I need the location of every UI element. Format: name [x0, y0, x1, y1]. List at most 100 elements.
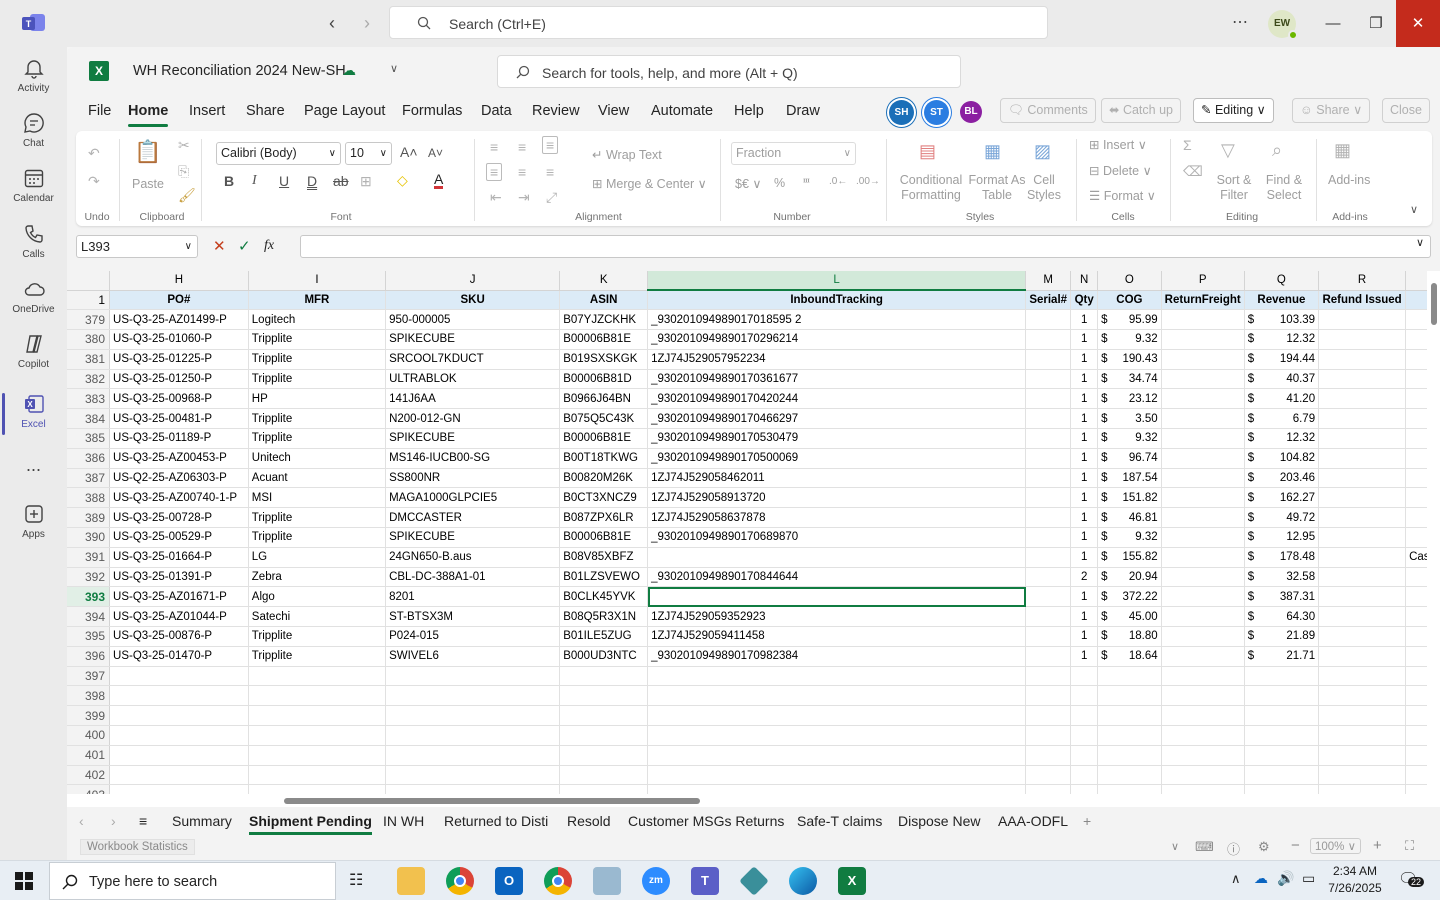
cell-refund-issued[interactable] [1318, 547, 1407, 568]
rail-calls[interactable]: Calls [0, 223, 67, 260]
empty-cell[interactable] [647, 725, 1027, 746]
cell-inbound-tracking[interactable]: _9302010949890170500069 [647, 448, 1027, 469]
menu-formulas[interactable]: Formulas [402, 103, 462, 119]
notifications-icon[interactable]: 🗨22 [1398, 869, 1425, 889]
network-icon[interactable]: ▭ [1302, 870, 1315, 887]
empty-cell[interactable] [385, 705, 561, 727]
row-header[interactable]: 402 [67, 765, 111, 786]
empty-cell[interactable] [1318, 725, 1407, 746]
cell-refund-issued[interactable] [1318, 646, 1407, 667]
cell-cog[interactable]: $155.82 [1097, 547, 1162, 568]
cell-inbound-tracking[interactable]: 1ZJ74J529058462011 [647, 468, 1027, 489]
cell-refund-issued[interactable] [1318, 586, 1407, 608]
cell-qty[interactable]: 1 [1070, 547, 1099, 568]
align-top-icon[interactable]: ≡ [490, 139, 498, 155]
cell-revenue[interactable]: $12.32 [1244, 329, 1320, 350]
cell-po[interactable]: US-Q3-25-01664-P [109, 547, 249, 568]
back-icon[interactable]: ‹ [329, 13, 335, 34]
cell-sku[interactable]: SS800NR [385, 468, 561, 489]
sheet-tab-aaa-odfl[interactable]: AAA-ODFL [998, 813, 1068, 829]
align-right-icon[interactable]: ≡ [546, 164, 554, 180]
cell-po[interactable]: US-Q2-25-AZ06303-P [109, 468, 249, 489]
row-header[interactable]: 1 [67, 290, 111, 311]
empty-cell[interactable] [1025, 765, 1072, 786]
row-header[interactable]: 392 [67, 567, 111, 588]
decrease-indent-icon[interactable]: ⇤ [490, 189, 502, 206]
cell-serial[interactable] [1025, 408, 1072, 430]
cell-mfr[interactable]: Tripplite [248, 408, 387, 430]
column-header[interactable]: I [248, 271, 387, 291]
cell-inbound-tracking[interactable]: 1ZJ74J529058913720 [647, 487, 1027, 509]
header-cell[interactable]: Refund Issued [1318, 290, 1407, 311]
empty-cell[interactable] [1244, 685, 1320, 707]
cell-serial[interactable] [1025, 428, 1072, 449]
empty-cell[interactable] [1161, 685, 1245, 707]
cell-po[interactable]: US-Q3-25-AZ01671-P [109, 586, 249, 608]
cell-sku[interactable]: ST-BTSX3M [385, 606, 561, 628]
cell-cog[interactable]: $18.80 [1097, 626, 1162, 647]
empty-cell[interactable] [109, 745, 249, 766]
cell-cog[interactable]: $3.50 [1097, 408, 1162, 430]
empty-cell[interactable] [1070, 725, 1099, 746]
cell-revenue[interactable]: $41.20 [1244, 388, 1320, 410]
cell-sku[interactable]: 8201 [385, 586, 561, 608]
rail-apps[interactable]: Apps [0, 503, 67, 540]
cell-inbound-tracking[interactable]: _9302010949890170466297 [647, 408, 1027, 430]
row-header[interactable]: 398 [67, 685, 111, 707]
row-header[interactable]: 388 [67, 487, 111, 509]
cell-mfr[interactable]: Tripplite [248, 507, 387, 529]
empty-cell[interactable] [109, 705, 249, 727]
number-format-select[interactable]: Fraction ∨ [731, 142, 856, 165]
cell-serial[interactable] [1025, 626, 1072, 647]
cell-qty[interactable]: 1 [1070, 388, 1099, 410]
row-header[interactable]: 389 [67, 507, 111, 529]
row-header[interactable]: 384 [67, 408, 111, 430]
sheet-tab-in-wh[interactable]: IN WH [383, 813, 424, 829]
sheet-tab-dispose-new[interactable]: Dispose New [898, 813, 980, 829]
menu-file[interactable]: File [88, 103, 111, 119]
cell-asin[interactable]: B08Q5R3X1N [559, 606, 649, 628]
edge-icon[interactable] [789, 867, 817, 895]
empty-cell[interactable] [385, 765, 561, 786]
cell-asin[interactable]: B0966J64BN [559, 388, 649, 410]
cell-revenue[interactable]: $32.58 [1244, 567, 1320, 588]
menu-insert[interactable]: Insert [189, 103, 225, 119]
cell-cog[interactable]: $96.74 [1097, 448, 1162, 469]
header-cell[interactable]: MFR [248, 290, 387, 311]
header-cell[interactable]: InboundTracking [647, 290, 1027, 311]
cell-revenue[interactable]: $6.79 [1244, 408, 1320, 430]
outlook-icon[interactable]: O [495, 867, 523, 895]
cell-mfr[interactable]: Unitech [248, 448, 387, 469]
cell-refund-issued[interactable] [1318, 369, 1407, 390]
cell-serial[interactable] [1025, 468, 1072, 489]
cell-inbound-tracking[interactable]: _9302010949890170689870 [647, 527, 1027, 548]
workbook-statistics-button[interactable]: Workbook Statistics [80, 839, 195, 855]
cancel-formula-icon[interactable]: ✕ [213, 237, 226, 255]
column-header[interactable]: R [1318, 271, 1407, 291]
header-cell[interactable]: PO# [109, 290, 249, 311]
fullscreen-icon[interactable]: ⛶ [1405, 838, 1414, 854]
autosum-icon[interactable]: Σ [1183, 137, 1192, 153]
cell-return-freight[interactable] [1161, 349, 1245, 370]
sort-filter-icon[interactable]: ▽ [1221, 140, 1235, 161]
empty-cell[interactable] [559, 705, 649, 727]
cell-mfr[interactable]: Algo [248, 586, 387, 608]
cell-return-freight[interactable] [1161, 507, 1245, 529]
empty-cell[interactable] [1318, 705, 1407, 727]
header-cell[interactable]: SKU [385, 290, 561, 311]
empty-cell[interactable] [1318, 745, 1407, 766]
cell-return-freight[interactable] [1161, 448, 1245, 469]
row-header[interactable]: 394 [67, 606, 111, 628]
row-header[interactable]: 400 [67, 725, 111, 746]
cell-qty[interactable]: 1 [1070, 468, 1099, 489]
cell-revenue[interactable]: $49.72 [1244, 507, 1320, 529]
redo-icon[interactable]: ↷ [88, 173, 100, 190]
cell-cog[interactable]: $151.82 [1097, 487, 1162, 509]
cell-mfr[interactable]: Tripplite [248, 329, 387, 350]
empty-cell[interactable] [647, 666, 1027, 687]
empty-cell[interactable] [1097, 705, 1162, 727]
row-header[interactable]: 396 [67, 646, 111, 667]
cell-mfr[interactable]: HP [248, 388, 387, 410]
cell-revenue[interactable]: $21.89 [1244, 626, 1320, 647]
cell-po[interactable]: US-Q3-25-01189-P [109, 428, 249, 449]
